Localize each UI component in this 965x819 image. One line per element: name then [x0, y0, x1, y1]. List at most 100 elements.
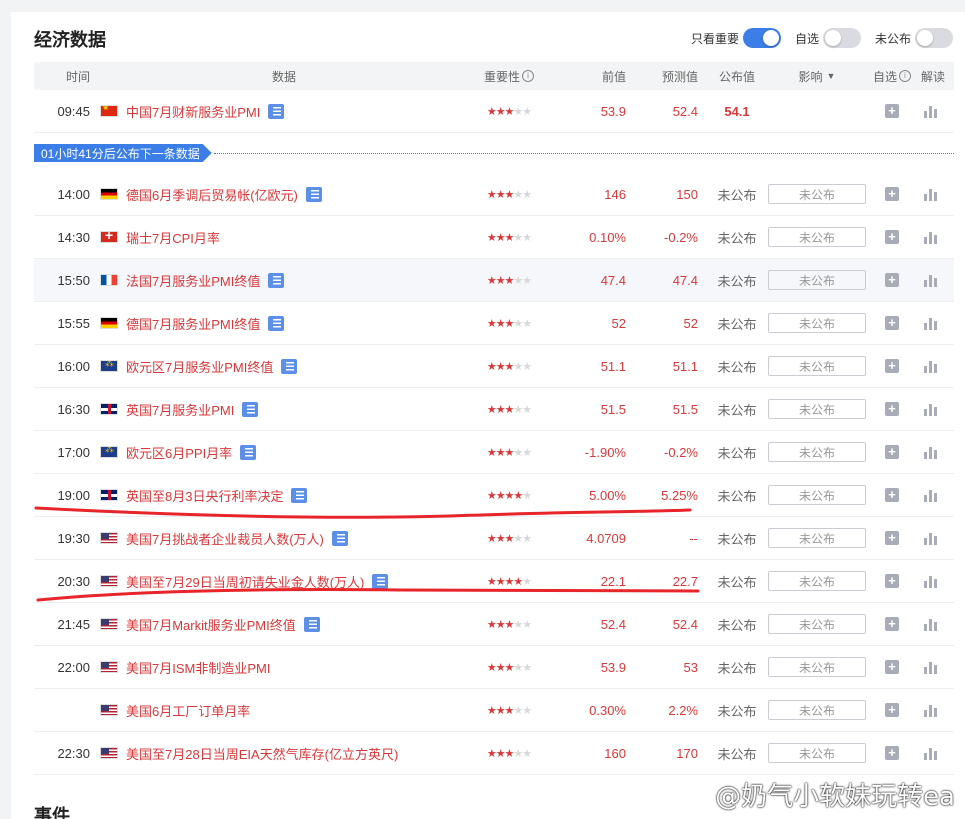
table-row[interactable]: 16:30 英国7月服务业PMI ★★★★★ 51.5 51.5 未公布 未公布…	[34, 388, 954, 431]
add-watch-button[interactable]: +	[882, 646, 902, 688]
row-indicator[interactable]: 美国至7月28日当周EIA天然气库存(亿立方英尺)	[100, 732, 490, 774]
table-row[interactable]: 20:30 美国至7月29日当周初请失业金人数(万人) ★★★★★ 22.1 2…	[34, 560, 954, 603]
analysis-button[interactable]	[921, 646, 941, 688]
analysis-button[interactable]	[921, 517, 941, 559]
row-indicator[interactable]: 美国7月挑战者企业裁员人数(万人)	[100, 517, 490, 559]
analysis-button[interactable]	[921, 603, 941, 645]
add-watch-button[interactable]: +	[882, 732, 902, 774]
document-icon[interactable]	[291, 487, 308, 503]
indicator-name[interactable]: 美国6月工厂订单月率	[126, 701, 250, 720]
indicator-name[interactable]: 欧元区6月PPI月率	[126, 443, 232, 462]
row-indicator[interactable]: 美国至7月29日当周初请失业金人数(万人)	[100, 560, 490, 602]
document-icon[interactable]	[242, 401, 259, 417]
add-watch-button[interactable]: +	[882, 603, 902, 645]
col-data: 数据	[271, 69, 296, 84]
analysis-button[interactable]	[921, 345, 941, 387]
indicator-name[interactable]: 德国7月服务业PMI终值	[126, 314, 260, 333]
row-indicator[interactable]: 美国7月Markit服务业PMI终值	[100, 603, 490, 645]
add-watch-button[interactable]: +	[882, 259, 902, 301]
document-icon[interactable]	[303, 616, 320, 632]
add-watch-button[interactable]: +	[882, 517, 902, 559]
forecast-value: --	[689, 530, 698, 546]
indicator-name[interactable]: 欧元区7月服务业PMI终值	[126, 357, 273, 376]
document-icon[interactable]	[281, 358, 298, 374]
toggle-unpublished[interactable]: 未公布	[875, 28, 953, 48]
document-icon[interactable]	[331, 530, 348, 546]
analysis-button[interactable]	[921, 90, 941, 132]
indicator-name[interactable]: 英国7月服务业PMI	[126, 400, 234, 419]
add-watch-button[interactable]: +	[882, 173, 902, 215]
indicator-name[interactable]: 中国7月财新服务业PMI	[126, 102, 260, 121]
row-indicator[interactable]: 美国6月工厂订单月率	[100, 689, 490, 731]
analysis-button[interactable]	[921, 259, 941, 301]
table-row[interactable]: 21:45 美国7月Markit服务业PMI终值 ★★★★★ 52.4 52.4…	[34, 603, 954, 646]
row-indicator[interactable]: 法国7月服务业PMI终值	[100, 259, 490, 301]
add-watch-button[interactable]: +	[882, 560, 902, 602]
indicator-name[interactable]: 美国7月Markit服务业PMI终值	[126, 615, 296, 634]
analysis-button[interactable]	[921, 474, 941, 516]
row-indicator[interactable]: 美国7月ISM非制造业PMI	[100, 646, 490, 688]
table-row[interactable]: 16:00 欧元区7月服务业PMI终值 ★★★★★ 51.1 51.1 未公布 …	[34, 345, 954, 388]
table-row[interactable]: 15:55 德国7月服务业PMI终值 ★★★★★ 52 52 未公布 未公布 +	[34, 302, 954, 345]
indicator-name[interactable]: 美国至7月28日当周EIA天然气库存(亿立方英尺)	[126, 744, 398, 763]
row-indicator[interactable]: 瑞士7月CPI月率	[100, 216, 490, 258]
indicator-name[interactable]: 英国至8月3日央行利率决定	[126, 486, 283, 505]
actual-value: 未公布	[717, 488, 757, 504]
document-icon[interactable]	[268, 103, 285, 119]
indicator-name[interactable]: 瑞士7月CPI月率	[126, 228, 220, 247]
table-row[interactable]: 15:50 法国7月服务业PMI终值 ★★★★★ 47.4 47.4 未公布 未…	[34, 259, 954, 302]
add-watch-button[interactable]: +	[882, 216, 902, 258]
row-indicator[interactable]: 德国7月服务业PMI终值	[100, 302, 490, 344]
add-watch-button[interactable]: +	[882, 431, 902, 473]
toggle-unpublished-switch[interactable]	[915, 28, 953, 48]
add-watch-button[interactable]: +	[882, 302, 902, 344]
table-row[interactable]: 19:00 英国至8月3日央行利率决定 ★★★★★ 5.00% 5.25% 未公…	[34, 474, 954, 517]
impact-box: 未公布	[768, 399, 866, 419]
toggle-important-switch[interactable]	[742, 28, 781, 48]
add-watch-button[interactable]: +	[882, 474, 902, 516]
indicator-name[interactable]: 法国7月服务业PMI终值	[126, 271, 260, 290]
analysis-button[interactable]	[921, 388, 941, 430]
analysis-button[interactable]	[921, 560, 941, 602]
analysis-button[interactable]	[921, 216, 941, 258]
row-indicator[interactable]: 英国至8月3日央行利率决定	[100, 474, 490, 516]
row-indicator[interactable]: 中国7月财新服务业PMI	[100, 90, 490, 132]
analysis-button[interactable]	[921, 173, 941, 215]
indicator-name[interactable]: 美国7月ISM非制造业PMI	[126, 658, 270, 677]
row-indicator[interactable]: 英国7月服务业PMI	[100, 388, 490, 430]
table-row[interactable]: 09:45 中国7月财新服务业PMI ★★★★★ 53.9 52.4 54.1 …	[34, 90, 954, 133]
add-watch-button[interactable]: +	[882, 345, 902, 387]
table-row[interactable]: 14:30 瑞士7月CPI月率 ★★★★★ 0.10% -0.2% 未公布 未公…	[34, 216, 954, 259]
add-watch-button[interactable]: +	[882, 388, 902, 430]
table-row[interactable]: 19:30 美国7月挑战者企业裁员人数(万人) ★★★★★ 4.0709 -- …	[34, 517, 954, 560]
indicator-name[interactable]: 德国6月季调后贸易帐(亿欧元)	[126, 185, 298, 204]
col-importance[interactable]: 重要性	[474, 62, 544, 90]
col-impact[interactable]: 影响 ▼	[767, 62, 867, 90]
document-icon[interactable]	[268, 315, 285, 331]
analysis-button[interactable]	[921, 302, 941, 344]
table-row[interactable]: 22:00 美国7月ISM非制造业PMI ★★★★★ 53.9 53 未公布 未…	[34, 646, 954, 689]
table-row[interactable]: 22:30 美国至7月28日当周EIA天然气库存(亿立方英尺) ★★★★★ 16…	[34, 732, 954, 775]
row-indicator[interactable]: 欧元区7月服务业PMI终值	[100, 345, 490, 387]
indicator-name[interactable]: 美国至7月29日当周初请失业金人数(万人)	[126, 572, 364, 591]
analysis-button[interactable]	[921, 732, 941, 774]
analysis-button[interactable]	[921, 689, 941, 731]
indicator-name[interactable]: 美国7月挑战者企业裁员人数(万人)	[126, 529, 324, 548]
add-watch-button[interactable]: +	[882, 689, 902, 731]
document-icon[interactable]	[268, 272, 285, 288]
table-row[interactable]: 17:00 欧元区6月PPI月率 ★★★★★ -1.90% -0.2% 未公布 …	[34, 431, 954, 474]
toggle-important-only[interactable]: 只看重要	[691, 28, 781, 48]
table-row[interactable]: 美国6月工厂订单月率 ★★★★★ 0.30% 2.2% 未公布 未公布 +	[34, 689, 954, 732]
document-icon[interactable]	[372, 573, 389, 589]
table-row[interactable]: 14:00 德国6月季调后贸易帐(亿欧元) ★★★★★ 146 150 未公布 …	[34, 173, 954, 216]
col-watch[interactable]: 自选	[870, 62, 914, 90]
previous-value: -1.90%	[584, 444, 626, 460]
document-icon[interactable]	[305, 186, 322, 202]
toggle-watchlist-switch[interactable]	[822, 28, 861, 48]
row-indicator[interactable]: 欧元区6月PPI月率	[100, 431, 490, 473]
add-watch-button[interactable]: +	[882, 90, 902, 132]
analysis-button[interactable]	[921, 431, 941, 473]
toggle-watchlist[interactable]: 自选	[795, 28, 861, 48]
document-icon[interactable]	[240, 444, 257, 460]
row-indicator[interactable]: 德国6月季调后贸易帐(亿欧元)	[100, 173, 490, 215]
